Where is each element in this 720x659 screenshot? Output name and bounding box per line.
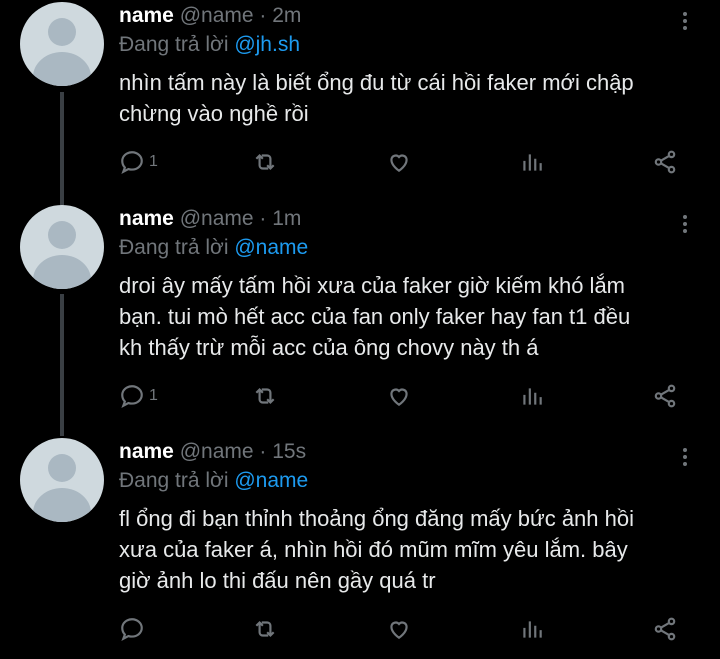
- tweet-text-line: droi ây mấy tấm hồi xưa của faker giờ ki…: [119, 273, 626, 298]
- action-bar: 1: [0, 381, 720, 411]
- tweet-text: fl ổng đi bạn thỉnh thoảng ổng đăng mấy …: [119, 503, 704, 596]
- more-options-icon[interactable]: [670, 442, 700, 472]
- avatar[interactable]: [20, 2, 104, 86]
- display-name[interactable]: name: [119, 207, 174, 230]
- replying-to-label: Đang trả lời: [119, 469, 229, 492]
- tweet-text: droi ây mấy tấm hồi xưa của faker giờ ki…: [119, 270, 704, 363]
- display-name[interactable]: name: [119, 440, 174, 463]
- heart-icon: [390, 388, 408, 406]
- tweet-text-line: giờ ảnh lo thi đấu nên gầy quá tr: [119, 568, 436, 593]
- retweet-icon: [255, 153, 275, 171]
- separator: ·: [259, 440, 267, 463]
- tweet[interactable]: name @name · 1m Đang trả lời @name droi …: [0, 205, 720, 435]
- mention-link[interactable]: @name: [234, 469, 308, 492]
- mention-link[interactable]: @name: [234, 236, 308, 259]
- like-button[interactable]: [386, 147, 412, 177]
- reply-icon: [121, 618, 143, 642]
- like-button[interactable]: [386, 381, 412, 411]
- reply-count: 1: [149, 387, 158, 404]
- reply-button[interactable]: 1: [119, 147, 158, 177]
- tweet-text-line: fl ổng đi bạn thỉnh thoảng ổng đăng mấy …: [119, 506, 635, 531]
- retweet-icon: [255, 620, 275, 638]
- separator: ·: [259, 207, 267, 230]
- retweet-button[interactable]: [252, 147, 278, 177]
- tweet-text-line: kh thấy trừ mỗi acc của ông chovy này th…: [119, 335, 539, 360]
- analytics-icon: [523, 388, 542, 405]
- display-name[interactable]: name: [119, 4, 174, 27]
- views-button[interactable]: [519, 381, 545, 411]
- more-options-icon[interactable]: [670, 209, 700, 239]
- replying-to: Đang trả lời @name: [119, 236, 308, 260]
- replying-to-label: Đang trả lời: [119, 236, 229, 259]
- retweet-icon: [255, 387, 275, 405]
- handle[interactable]: @name: [180, 4, 254, 27]
- action-bar: [0, 614, 720, 644]
- analytics-icon: [523, 621, 542, 638]
- reply-button[interactable]: 1: [119, 381, 158, 411]
- mention-link[interactable]: @jh.sh: [234, 33, 300, 56]
- replying-to: Đang trả lời @name: [119, 469, 308, 493]
- retweet-button[interactable]: [252, 614, 278, 644]
- action-bar: 1: [0, 147, 720, 177]
- tweet-text-line: xưa của faker á, nhìn hồi đó mũm mĩm yêu…: [119, 537, 628, 562]
- analytics-icon: [523, 154, 542, 171]
- timestamp[interactable]: 2m: [272, 4, 301, 27]
- tweet[interactable]: name @name · 2m Đang trả lời @jh.sh nhìn…: [0, 2, 720, 192]
- handle[interactable]: @name: [180, 440, 254, 463]
- more-options-icon[interactable]: [670, 6, 700, 36]
- tweet-text: nhìn tấm này là biết ổng đu từ cái hồi f…: [119, 67, 704, 129]
- tweet-text-line: chừng vào nghề rồi: [119, 101, 309, 126]
- heart-icon: [390, 621, 408, 639]
- reply-icon: [121, 385, 143, 409]
- views-button[interactable]: [519, 147, 545, 177]
- avatar[interactable]: [20, 205, 104, 289]
- heart-icon: [390, 154, 408, 172]
- replying-to: Đang trả lời @jh.sh: [119, 33, 300, 57]
- replying-to-label: Đang trả lời: [119, 33, 229, 56]
- handle[interactable]: @name: [180, 207, 254, 230]
- timestamp[interactable]: 1m: [272, 207, 301, 230]
- avatar[interactable]: [20, 438, 104, 522]
- separator: ·: [259, 4, 267, 27]
- reply-count: 1: [149, 153, 158, 170]
- retweet-button[interactable]: [252, 381, 278, 411]
- timestamp[interactable]: 15s: [272, 440, 306, 463]
- reply-icon: [121, 151, 143, 175]
- share-button[interactable]: [652, 147, 678, 177]
- share-icon: [654, 150, 676, 174]
- share-icon: [654, 617, 676, 641]
- tweet-text-line: bạn. tui mò hết acc của fan only faker h…: [119, 304, 631, 329]
- reply-button[interactable]: [119, 614, 149, 644]
- share-icon: [654, 384, 676, 408]
- share-button[interactable]: [652, 614, 678, 644]
- tweet-header: name @name · 2m: [119, 4, 301, 28]
- share-button[interactable]: [652, 381, 678, 411]
- tweet-header: name @name · 15s: [119, 440, 306, 464]
- tweet-text-line: nhìn tấm này là biết ổng đu từ cái hồi f…: [119, 70, 634, 95]
- views-button[interactable]: [519, 614, 545, 644]
- like-button[interactable]: [386, 614, 412, 644]
- tweet[interactable]: name @name · 15s Đang trả lời @name fl ổ…: [0, 438, 720, 659]
- tweet-header: name @name · 1m: [119, 207, 301, 231]
